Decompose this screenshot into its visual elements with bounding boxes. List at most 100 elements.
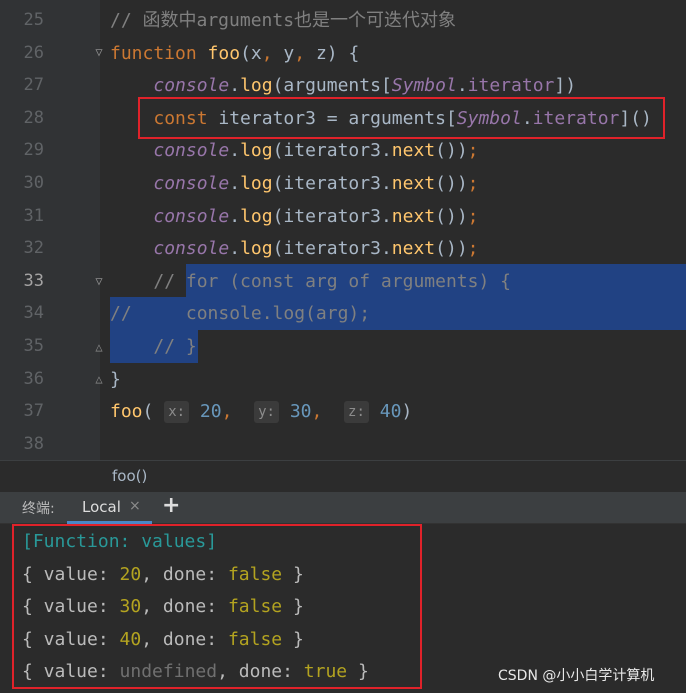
code-token: next <box>391 140 436 162</box>
parameter-hint: z: <box>344 401 369 424</box>
code-token: log <box>240 238 273 260</box>
code-line[interactable]: 32 console.log(iterator3.next()); <box>0 232 686 265</box>
code-editor[interactable]: 25 // 函数中arguments也是一个可迭代对象 26 function foo… <box>0 0 686 460</box>
code-text: console.log(iterator3.next()); <box>110 167 479 200</box>
code-token: ]) <box>554 75 577 97</box>
code-token: ; <box>467 173 479 194</box>
code-line[interactable]: 30 console.log(iterator3.next()); <box>0 167 686 200</box>
line-number: 29 <box>23 140 44 161</box>
line-number: 26 <box>23 42 44 63</box>
code-line[interactable]: 31 console.log(iterator3.next()); <box>0 200 686 233</box>
code-line[interactable]: 29 console.log(iterator3.next()); <box>0 134 686 167</box>
line-number: 28 <box>23 107 44 128</box>
code-token: function <box>110 42 197 64</box>
line-number: 38 <box>23 433 44 454</box>
line-number: 35 <box>23 336 44 356</box>
fold-end-icon[interactable]: △ <box>92 340 106 354</box>
code-token: . <box>229 173 241 194</box>
code-token: ; <box>467 140 479 162</box>
tab-local[interactable]: Local × <box>67 492 152 524</box>
terminal-label: 终端: <box>22 501 55 517</box>
add-tab-icon[interactable]: + <box>162 493 180 518</box>
code-token: ; <box>467 205 479 227</box>
code-text: // console.log(arg); <box>110 297 370 330</box>
line-number: 33 <box>23 270 44 291</box>
line-number: 34 <box>23 303 44 324</box>
line-number: 32 <box>23 238 44 259</box>
code-line[interactable]: 37 foo( x: 20, y: 30, z: 40) <box>0 395 686 428</box>
code-line[interactable]: 34 // console.log(arg); <box>0 297 686 330</box>
code-text: console.log(iterator3.next()); <box>110 134 479 167</box>
tab-local-label: Local <box>82 498 121 516</box>
code-text: // } <box>110 330 197 363</box>
code-token: // } <box>153 336 197 357</box>
code-text: console.log(iterator3.next()); <box>110 200 479 233</box>
code-token: // 函数中arguments也是一个可迭代对象 <box>110 10 457 31</box>
code-text: // for (const arg of arguments) { <box>110 265 511 298</box>
code-token: console <box>153 75 230 97</box>
code-text: // 函数中arguments也是一个可迭代对象 <box>110 4 456 37</box>
breadcrumb[interactable]: foo() <box>0 460 686 492</box>
code-token: , <box>221 401 233 423</box>
fold-end-icon[interactable]: △ <box>92 372 106 386</box>
code-token: (iterator3. <box>272 140 392 162</box>
code-token: next <box>391 238 436 260</box>
terminal-tab-bar: 终端: Local × + <box>0 492 686 524</box>
breadcrumb-item[interactable]: foo() <box>112 467 147 485</box>
code-token: // for (const arg of arguments) { <box>153 270 511 292</box>
code-token: log <box>240 173 273 194</box>
code-token: Symbol <box>391 75 457 97</box>
code-token: 30 <box>289 401 312 423</box>
code-token: . <box>229 75 241 97</box>
code-token: (iterator3. <box>272 238 392 260</box>
line-number: 37 <box>23 401 44 422</box>
code-token: . <box>456 75 468 97</box>
line-number: 25 <box>23 10 44 30</box>
code-token: ) <box>401 401 413 423</box>
code-token: z) { <box>305 42 360 64</box>
fold-toggle-icon[interactable]: ▽ <box>92 274 106 288</box>
code-token: , <box>311 401 323 423</box>
code-token: y <box>272 42 295 64</box>
code-token: next <box>391 205 436 227</box>
parameter-hint: x: <box>164 401 190 424</box>
fold-toggle-icon[interactable]: ▽ <box>92 45 106 59</box>
line-number: 27 <box>23 75 44 96</box>
line-number: 36 <box>23 368 44 389</box>
code-token: . <box>229 205 241 227</box>
code-token: console <box>153 140 230 162</box>
code-token: 40 <box>379 401 402 423</box>
code-token: } <box>110 368 121 390</box>
code-token: iterator <box>467 75 555 97</box>
code-token: log <box>240 75 273 97</box>
code-token: // console.log(arg); <box>110 303 371 325</box>
code-text: console.log(iterator3.next()); <box>110 232 479 265</box>
code-line[interactable]: 25 // 函数中arguments也是一个可迭代对象 <box>0 4 686 37</box>
code-line[interactable]: 38 <box>0 428 686 460</box>
parameter-hint: y: <box>254 401 279 424</box>
code-token: ()) <box>435 205 468 227</box>
line-number: 30 <box>23 173 44 193</box>
code-text: foo( x: 20, y: 30, z: 40) <box>110 395 412 428</box>
code-token: foo <box>207 42 241 64</box>
close-icon[interactable]: × <box>129 498 141 514</box>
code-token: log <box>240 140 273 162</box>
code-token: . <box>229 140 241 162</box>
code-token: log <box>240 205 273 227</box>
code-token: ()) <box>435 140 468 162</box>
highlight-box-iterator-line <box>138 97 665 139</box>
code-token: ; <box>467 238 479 260</box>
code-token: , <box>294 42 306 64</box>
code-token: (iterator3. <box>272 205 392 227</box>
code-token: foo <box>110 401 143 423</box>
